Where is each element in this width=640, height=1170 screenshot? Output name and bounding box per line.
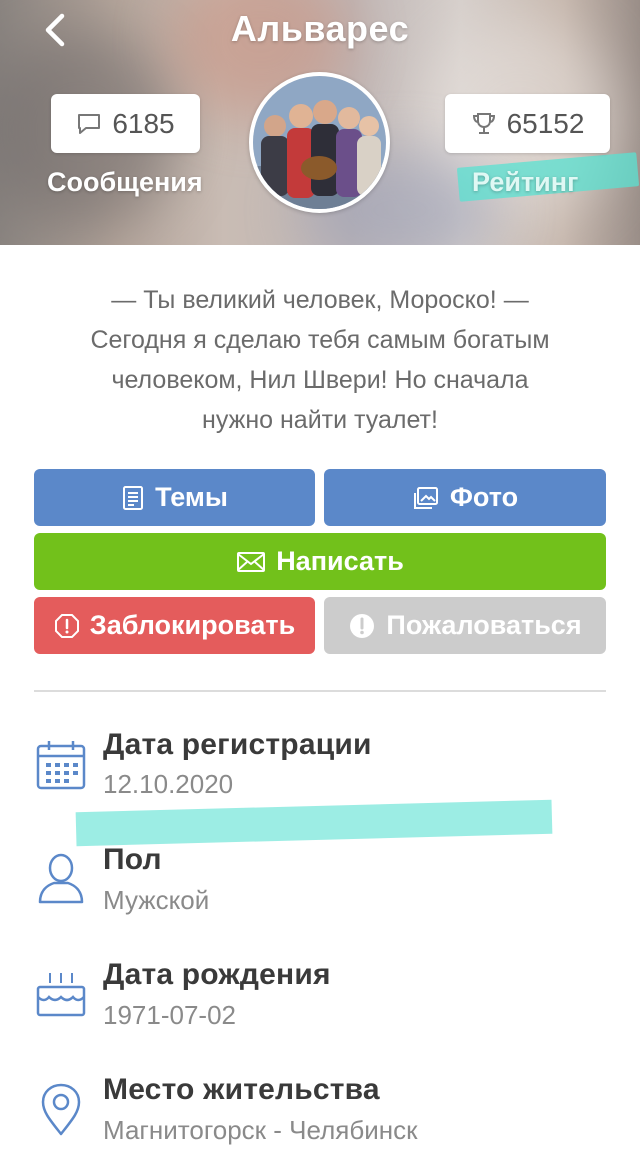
chat-bubble-icon: [78, 113, 101, 134]
rating-count-button[interactable]: 65152: [445, 94, 610, 153]
bio-line: Сегодня я сделаю тебя самым богатым: [90, 326, 550, 354]
write-message-button-label: Написать: [276, 546, 404, 576]
exclamation-circle-icon: [350, 613, 375, 638]
calendar-icon: [36, 741, 86, 790]
info-title: Дата рождения: [103, 958, 331, 991]
info-item-birth-date: Дата рождения 1971-07-02: [0, 955, 640, 1055]
profile-header: Альварес 6185 Сообщения 65152 Рейтинг: [0, 0, 640, 245]
messages-label: Сообщения: [47, 167, 203, 197]
octagon-warning-icon: [54, 613, 79, 638]
write-message-button[interactable]: Написать: [34, 533, 606, 590]
trophy-icon: [472, 112, 495, 134]
report-user-button[interactable]: Пожаловаться: [324, 597, 606, 654]
report-user-button-label: Пожаловаться: [386, 610, 582, 640]
envelope-icon: [237, 551, 266, 572]
photo-button[interactable]: Фото: [324, 469, 606, 526]
info-value: 1971-07-02: [103, 1000, 236, 1030]
avatar[interactable]: [249, 72, 390, 213]
avatar-image: [253, 76, 386, 209]
bio-line: человеком, Нил Швери! Но сначала: [111, 366, 529, 394]
bio-line: — Ты великий человек, Мороско! —: [111, 286, 529, 314]
profile-bio: — Ты великий человек, Мороско! — Сегодня…: [20, 280, 620, 440]
divider: [34, 690, 606, 692]
topics-button-label: Темы: [155, 482, 228, 512]
rating-count: 65152: [506, 107, 585, 139]
messages-count-button[interactable]: 6185: [51, 94, 200, 153]
info-item-gender: Пол Мужской: [0, 840, 640, 940]
info-item-registration-date: Дата регистрации 12.10.2020: [0, 722, 640, 822]
messages-count: 6185: [112, 107, 175, 139]
image-gallery-icon: [413, 486, 438, 509]
block-user-button-label: Заблокировать: [89, 610, 296, 640]
info-value: Магнитогорск - Челябинск: [103, 1115, 418, 1145]
rating-label: Рейтинг: [472, 167, 579, 197]
person-icon: [38, 853, 84, 904]
birthday-cake-icon: [36, 973, 86, 1017]
document-icon: [123, 485, 144, 510]
info-value: 12.10.2020: [103, 769, 234, 799]
info-title: Дата регистрации: [103, 728, 372, 761]
topics-button[interactable]: Темы: [34, 469, 315, 526]
info-title: Место жительства: [103, 1073, 380, 1106]
info-title: Пол: [103, 843, 162, 876]
block-user-button[interactable]: Заблокировать: [34, 597, 315, 654]
info-value: Мужской: [103, 885, 210, 915]
bio-line: нужно найти туалет!: [202, 406, 438, 434]
location-pin-icon: [41, 1083, 81, 1136]
info-item-location: Место жительства Магнитогорск - Челябинс…: [0, 1070, 640, 1170]
page-title: Альварес: [230, 8, 410, 49]
photo-button-label: Фото: [449, 482, 519, 512]
